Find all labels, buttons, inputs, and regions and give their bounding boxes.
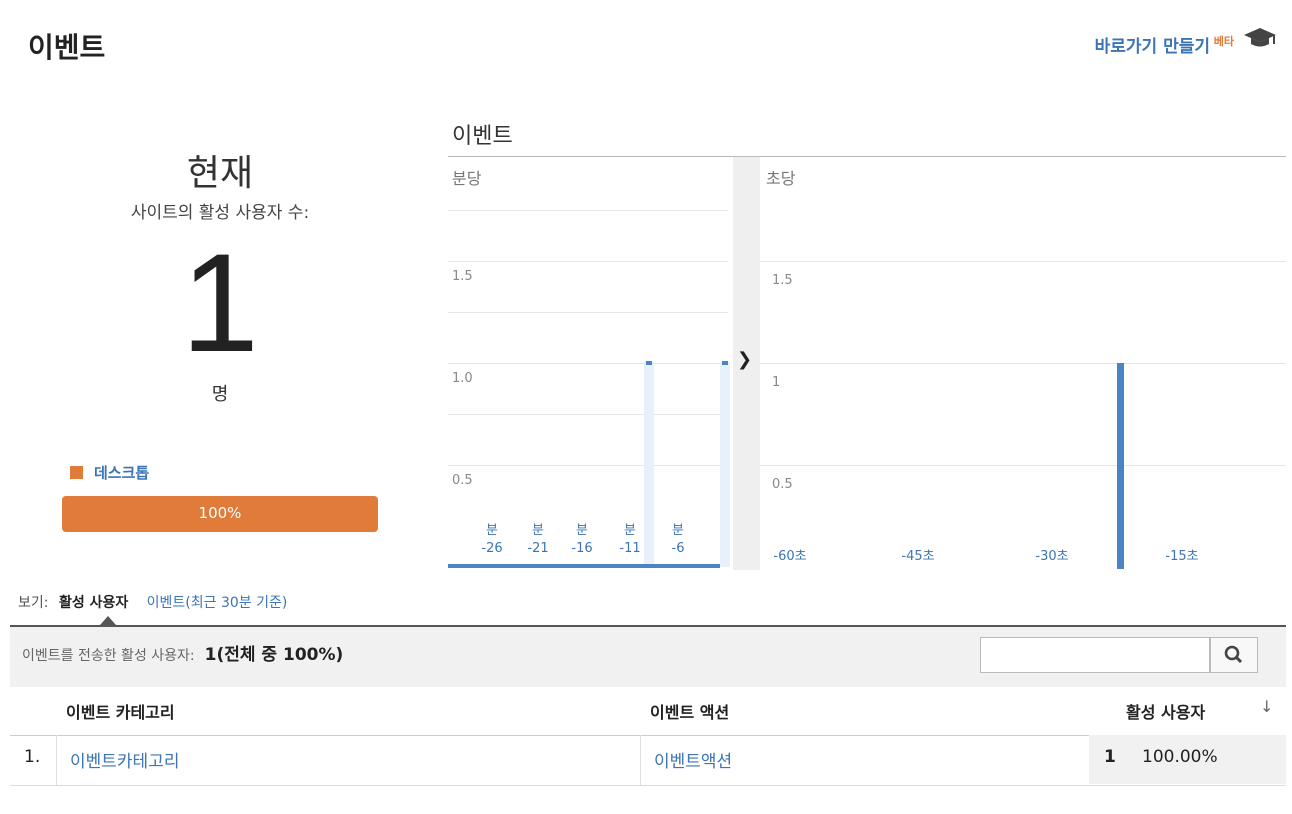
grid-line	[448, 414, 728, 415]
chevron-right-icon[interactable]: ❯	[737, 349, 752, 370]
grid-line	[448, 261, 728, 262]
x-tick-label: -30초	[1035, 549, 1069, 564]
search-button[interactable]	[1210, 637, 1258, 673]
arrow-down-icon[interactable]: ↓	[1260, 697, 1273, 716]
table-header-row: 이벤트 카테고리 이벤트 액션 활성 사용자 ↓	[10, 687, 1286, 736]
x-tick-label: -21	[527, 541, 549, 556]
column-header-action[interactable]: 이벤트 액션	[650, 699, 729, 723]
desktop-legend-swatch	[70, 466, 83, 479]
summary-text: 이벤트를 전송한 활성 사용자: 1(전체 중 100%)	[22, 640, 343, 665]
per-minute-panel: 분당 1.5 1.0 0.5 분 -26 분 -21 분 -16 분 -11 분…	[448, 157, 733, 570]
x-tick-label: -45초	[901, 549, 935, 564]
y-tick-label: 0.5	[452, 473, 473, 488]
active-users-subtitle: 사이트의 활성 사용자 수:	[130, 203, 310, 223]
summary-label: 이벤트를 전송한 활성 사용자:	[22, 648, 195, 664]
desktop-percent-label: 100%	[198, 504, 242, 522]
page-title: 이벤트	[28, 31, 106, 64]
x-tick-label: -26	[481, 541, 503, 556]
search-icon	[1224, 645, 1243, 664]
per-minute-baseline	[448, 564, 720, 568]
active-users-count: 1	[181, 224, 259, 381]
active-tab-caret	[100, 616, 116, 625]
summary-value: 1(전체 중 100%)	[204, 645, 344, 665]
x-tick-label: -16	[571, 541, 593, 556]
search-input[interactable]	[980, 637, 1210, 673]
y-tick-label: 1.5	[772, 273, 793, 288]
tab-active-users[interactable]: 활성 사용자	[59, 595, 128, 611]
grid-line	[760, 465, 1286, 466]
per-second-panel: 초당 1.5 1 0.5 -60초 -45초 -30초 -15초	[760, 157, 1286, 570]
y-tick-label: 1	[772, 375, 781, 390]
column-divider	[56, 735, 57, 785]
x-tick-label: -11	[619, 541, 641, 556]
y-tick-label: 1.0	[452, 371, 473, 386]
x-tick-unit: 분	[486, 523, 498, 538]
tab-events-30min[interactable]: 이벤트(최근 30분 기준)	[147, 595, 288, 611]
per-second-label: 초당	[766, 169, 796, 188]
bar-minus-6	[722, 361, 728, 365]
events-chart-title: 이벤트	[452, 124, 513, 149]
column-header-category[interactable]: 이벤트 카테고리	[66, 699, 175, 723]
x-tick-unit: 분	[672, 523, 684, 538]
grid-line	[448, 465, 728, 466]
x-tick-unit: 분	[532, 523, 544, 538]
bar-second	[1117, 363, 1124, 569]
grid-line	[760, 363, 1286, 364]
grid-line	[760, 261, 1286, 262]
bar-highlight	[644, 362, 654, 567]
now-title: 현재	[186, 153, 254, 194]
grid-line	[448, 312, 728, 313]
action-link[interactable]: 이벤트액션	[654, 747, 732, 772]
column-divider	[640, 735, 641, 785]
graduation-cap-icon[interactable]	[1242, 24, 1278, 52]
desktop-legend-label[interactable]: 데스크톱	[94, 462, 149, 483]
grid-line	[448, 363, 728, 364]
grid-line	[448, 210, 728, 211]
x-tick-label: -15초	[1165, 549, 1199, 564]
create-shortcut-link[interactable]: 바로가기 만들기	[1095, 32, 1210, 57]
active-users-value: 1	[1104, 747, 1116, 767]
bar-highlight	[720, 362, 730, 567]
beta-badge: 베타	[1213, 35, 1234, 48]
y-tick-label: 0.5	[772, 477, 793, 492]
active-users-unit: 명	[211, 384, 229, 405]
x-tick-label: -60초	[773, 549, 807, 564]
column-header-active-users[interactable]: 활성 사용자	[1126, 699, 1205, 723]
x-tick-label: -6	[671, 541, 685, 556]
x-tick-unit: 분	[576, 523, 588, 538]
view-selector: 보기: 활성 사용자 이벤트(최근 30분 기준)	[18, 592, 287, 612]
desktop-percent-bar: 100%	[62, 496, 378, 532]
active-users-percent: 100.00%	[1142, 747, 1218, 767]
bar-minus-11	[646, 361, 652, 365]
per-minute-label: 분당	[452, 169, 482, 188]
category-link[interactable]: 이벤트카테고리	[70, 747, 179, 772]
table-row: 1. 이벤트카테고리 이벤트액션 1 100.00%	[10, 735, 1286, 786]
row-number: 1.	[24, 747, 41, 767]
view-label: 보기:	[18, 595, 49, 611]
y-tick-label: 1.5	[452, 269, 473, 284]
x-tick-unit: 분	[624, 523, 636, 538]
